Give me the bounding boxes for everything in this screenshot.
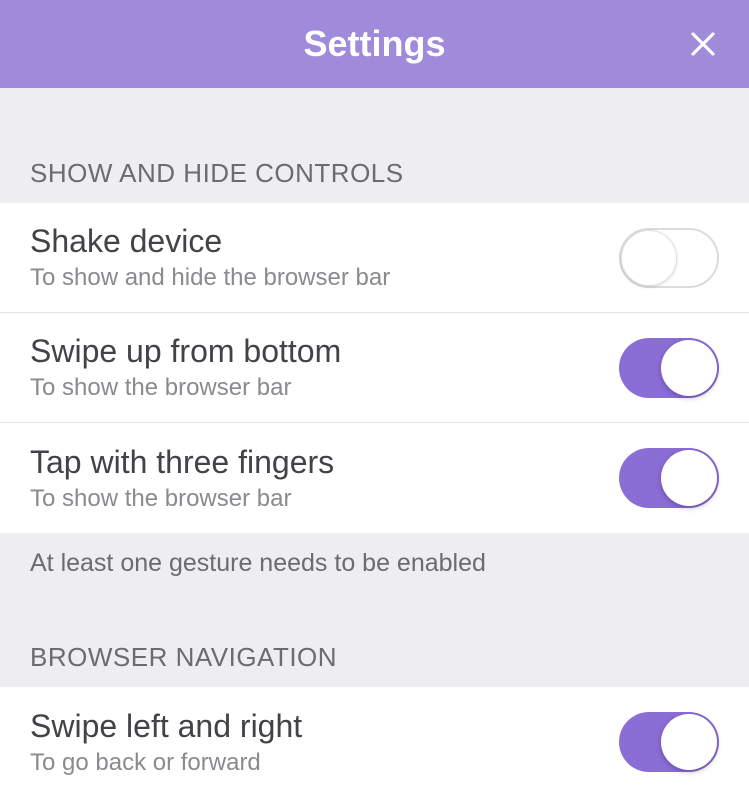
row-swipe-up: Swipe up from bottom To show the browser…: [0, 313, 749, 423]
controls-footer-note: At least one gesture needs to be enabled: [0, 533, 749, 594]
row-text: Shake device To show and hide the browse…: [30, 223, 619, 292]
row-three-fingers: Tap with three fingers To show the brows…: [0, 423, 749, 533]
navigation-list: Swipe left and right To go back or forwa…: [0, 687, 749, 797]
row-title: Swipe left and right: [30, 708, 619, 745]
row-swipe-left-right: Swipe left and right To go back or forwa…: [0, 687, 749, 797]
toggle-knob: [661, 340, 717, 396]
row-title: Shake device: [30, 223, 619, 260]
toggle-knob: [621, 230, 677, 286]
row-text: Tap with three fingers To show the brows…: [30, 444, 619, 513]
row-title: Tap with three fingers: [30, 444, 619, 481]
section-header-controls: SHOW AND HIDE CONTROLS: [0, 88, 749, 203]
toggle-swipe-up[interactable]: [619, 338, 719, 398]
controls-list: Shake device To show and hide the browse…: [0, 203, 749, 533]
toggle-three-fingers[interactable]: [619, 448, 719, 508]
row-subtitle: To show and hide the browser bar: [30, 264, 619, 292]
header-bar: Settings: [0, 0, 749, 88]
close-icon: [688, 29, 718, 59]
toggle-swipe-left-right[interactable]: [619, 712, 719, 772]
row-subtitle: To show the browser bar: [30, 485, 619, 513]
toggle-knob: [661, 450, 717, 506]
page-title: Settings: [303, 23, 445, 65]
close-button[interactable]: [685, 26, 721, 62]
row-subtitle: To show the browser bar: [30, 374, 619, 402]
row-text: Swipe left and right To go back or forwa…: [30, 708, 619, 777]
row-shake-device: Shake device To show and hide the browse…: [0, 203, 749, 313]
row-text: Swipe up from bottom To show the browser…: [30, 333, 619, 402]
row-subtitle: To go back or forward: [30, 749, 619, 777]
section-header-navigation: BROWSER NAVIGATION: [0, 594, 749, 687]
toggle-shake-device[interactable]: [619, 228, 719, 288]
toggle-knob: [661, 714, 717, 770]
row-title: Swipe up from bottom: [30, 333, 619, 370]
